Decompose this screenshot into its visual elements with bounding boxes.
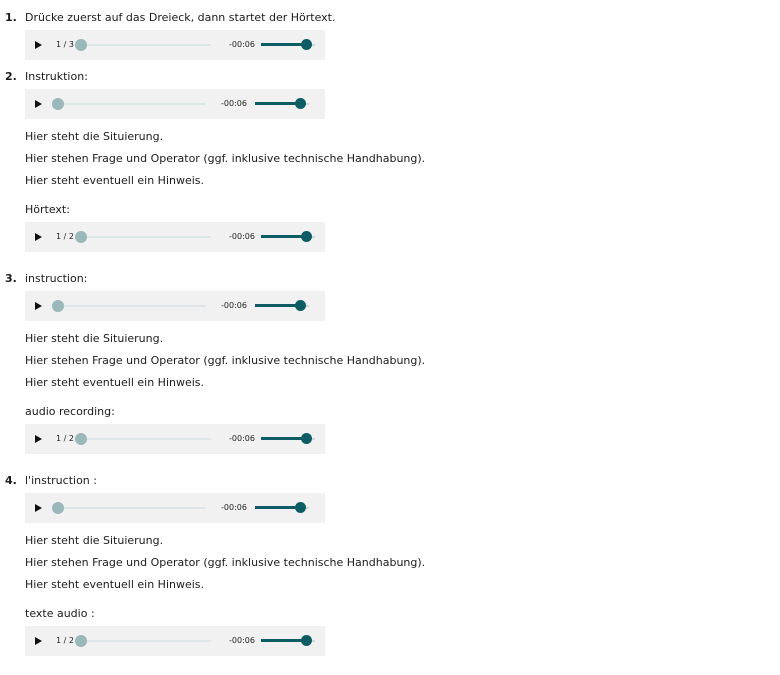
progress-track[interactable]: [81, 236, 211, 238]
volume-level: [261, 235, 305, 238]
instruction-audio-player: -00:06: [25, 291, 325, 321]
question-text: Hier stehen Frage und Operator (ggf. ink…: [25, 354, 426, 367]
progress-thumb[interactable]: [52, 502, 64, 514]
volume-level: [261, 43, 305, 46]
volume-level: [261, 639, 305, 642]
situation-text: Hier steht die Situierung.: [25, 130, 164, 143]
progress-track[interactable]: [58, 305, 206, 307]
task-instruction: Drücke zuerst auf das Dreieck, dann star…: [25, 11, 336, 24]
progress-track[interactable]: [81, 438, 211, 440]
track-counter: 1 / 2: [56, 232, 74, 241]
volume-slider[interactable]: [261, 231, 315, 242]
progress-thumb[interactable]: [52, 300, 64, 312]
task-number: 1.: [5, 11, 17, 24]
play-icon[interactable]: [35, 302, 42, 310]
remaining-time: -00:06: [229, 232, 255, 241]
progress-thumb[interactable]: [75, 635, 87, 647]
volume-level: [255, 304, 299, 307]
progress-thumb[interactable]: [75, 39, 87, 51]
progress-track[interactable]: [81, 44, 211, 46]
track-counter: 1 / 2: [56, 636, 74, 645]
hint-text: Hier steht eventuell ein Hinweis.: [25, 174, 205, 187]
volume-thumb[interactable]: [301, 433, 312, 444]
audio-player: 1 / 2 -00:06: [25, 424, 325, 454]
remaining-time: -00:06: [221, 301, 247, 310]
task-number: 3.: [5, 272, 17, 285]
task-instruction: l'instruction :: [25, 474, 97, 487]
play-icon[interactable]: [35, 637, 42, 645]
volume-slider[interactable]: [255, 98, 309, 109]
question-text: Hier stehen Frage und Operator (ggf. ink…: [25, 556, 426, 569]
volume-slider[interactable]: [261, 635, 315, 646]
volume-thumb[interactable]: [295, 98, 306, 109]
remaining-time: -00:06: [229, 40, 255, 49]
audio-player: 1 / 2 -00:06: [25, 222, 325, 252]
volume-thumb[interactable]: [301, 231, 312, 242]
audio-player: 1 / 2 -00:06: [25, 626, 325, 656]
audio-label: audio recording:: [25, 405, 115, 418]
instruction-audio-player: -00:06: [25, 89, 325, 119]
situation-text: Hier steht die Situierung.: [25, 332, 164, 345]
progress-thumb[interactable]: [75, 231, 87, 243]
hint-text: Hier steht eventuell ein Hinweis.: [25, 376, 205, 389]
progress-track[interactable]: [81, 640, 211, 642]
task-number: 2.: [5, 70, 17, 83]
volume-slider[interactable]: [255, 300, 309, 311]
volume-thumb[interactable]: [295, 300, 306, 311]
hint-text: Hier steht eventuell ein Hinweis.: [25, 578, 205, 591]
play-icon[interactable]: [35, 100, 42, 108]
volume-thumb[interactable]: [301, 635, 312, 646]
play-icon[interactable]: [35, 41, 42, 49]
volume-slider[interactable]: [255, 502, 309, 513]
progress-track[interactable]: [58, 507, 206, 509]
track-counter: 1 / 3: [56, 40, 74, 49]
volume-thumb[interactable]: [295, 502, 306, 513]
volume-slider[interactable]: [261, 39, 315, 50]
play-icon[interactable]: [35, 233, 42, 241]
audio-label: texte audio :: [25, 607, 95, 620]
remaining-time: -00:06: [229, 434, 255, 443]
task-number: 4.: [5, 474, 17, 487]
task-instruction: Instruktion:: [25, 70, 88, 83]
audio-label: Hörtext:: [25, 203, 70, 216]
task-instruction: instruction:: [25, 272, 88, 285]
progress-track[interactable]: [58, 103, 206, 105]
volume-level: [255, 102, 299, 105]
audio-player: 1 / 3 -00:06: [25, 30, 325, 60]
volume-level: [255, 506, 299, 509]
track-counter: 1 / 2: [56, 434, 74, 443]
instruction-audio-player: -00:06: [25, 493, 325, 523]
volume-slider[interactable]: [261, 433, 315, 444]
play-icon[interactable]: [35, 435, 42, 443]
progress-thumb[interactable]: [75, 433, 87, 445]
remaining-time: -00:06: [221, 503, 247, 512]
remaining-time: -00:06: [221, 99, 247, 108]
progress-thumb[interactable]: [52, 98, 64, 110]
situation-text: Hier steht die Situierung.: [25, 534, 164, 547]
volume-thumb[interactable]: [301, 39, 312, 50]
question-text: Hier stehen Frage und Operator (ggf. ink…: [25, 152, 426, 165]
remaining-time: -00:06: [229, 636, 255, 645]
volume-level: [261, 437, 305, 440]
play-icon[interactable]: [35, 504, 42, 512]
